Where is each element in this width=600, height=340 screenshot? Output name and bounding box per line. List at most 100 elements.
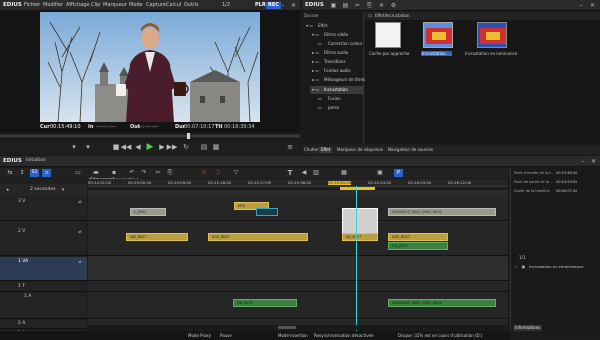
bin-toolbar-icon-5[interactable]: ✕ — [378, 2, 385, 9]
set-in-icon[interactable]: ▾ — [70, 143, 78, 151]
timeline-ruler[interactable]: 00:14:51:00 00:15:00:00 00:15:09:00 00:1… — [88, 179, 508, 187]
stop-icon[interactable]: ■ — [112, 143, 120, 151]
rec-toggle[interactable]: REC — [266, 2, 281, 9]
timeline-minimize-icon[interactable]: – — [580, 158, 586, 165]
bin-toolbar-icon-3[interactable]: ✂ — [354, 2, 361, 9]
set-out-icon[interactable]: ▾ — [84, 143, 92, 151]
step-forward-icon[interactable]: ▶ — [158, 143, 166, 151]
open-icon[interactable]: ▬ — [92, 169, 100, 177]
clip-1va-a[interactable]: NIK_8027 — [126, 233, 188, 241]
sync-icon[interactable]: ⊃ — [42, 169, 51, 177]
menu-fichier[interactable]: Fichier — [24, 3, 40, 8]
track-header-1a[interactable]: 1 A — [0, 293, 87, 319]
info-tab[interactable]: Informations — [513, 325, 543, 331]
redo-icon[interactable]: ↷ — [140, 169, 148, 177]
bin-toolbar-icon-6[interactable]: ⚙ — [390, 2, 397, 9]
mode-icon[interactable]: ⇆ — [6, 169, 14, 177]
timeline-close-icon[interactable]: ✕ — [590, 158, 597, 165]
bin-item-luminance[interactable]: Incrustation en luminance — [465, 22, 525, 62]
plr-toggle[interactable]: PLR — [255, 3, 266, 8]
track-header-1t[interactable]: 1 T — [0, 282, 87, 292]
tree-item-fusion[interactable]: ▭ Fusion — [318, 96, 364, 103]
tree-item-transitions[interactable]: ▸ ▭ Transitions — [312, 59, 364, 66]
tab-chutier[interactable]: Chutier — [304, 148, 319, 152]
bin-close-icon[interactable]: ✕ — [589, 2, 596, 9]
copy-icon[interactable]: ⎘ — [166, 169, 174, 177]
checkbox-icon[interactable]: ✓ — [514, 264, 519, 269]
split-icon[interactable]: ⊃ — [214, 169, 222, 177]
menu-affichage[interactable]: Affichage — [66, 3, 90, 8]
menu-calcul[interactable]: Calcul — [166, 3, 181, 8]
collapse-icon[interactable]: ▸ — [4, 186, 12, 194]
tab-marqueur-sequence[interactable]: Marqueur de séquence — [337, 148, 383, 152]
track-link-icon[interactable]: ⇄ — [76, 229, 84, 235]
tab-navigateur[interactable]: Navigateur de sources — [388, 148, 433, 152]
menu-capture[interactable]: Capture — [146, 3, 166, 8]
chevron-down-icon[interactable]: ▾ — [60, 187, 66, 193]
menu-modifier[interactable]: Modifier — [43, 3, 63, 8]
new-sequence-icon[interactable]: ▭ — [74, 169, 82, 177]
bin-toolbar-icon-1[interactable]: ▣ — [330, 2, 337, 9]
bin-toolbar-icon-4[interactable]: ⎘ — [366, 2, 373, 9]
clip-2v-b[interactable]: 20150327_0001_0001_0033 — [388, 208, 496, 216]
title-icon[interactable]: T — [286, 169, 294, 177]
track-header-1va[interactable]: 1 VA ⇄ — [0, 257, 87, 281]
track-header-2a[interactable]: 2 A — [0, 320, 87, 329]
playhead[interactable] — [356, 186, 357, 336]
clip-1va-d[interactable]: DSC_8027 — [388, 233, 448, 241]
tree-item-effet[interactable]: ▾ ▭ Effet — [306, 23, 364, 30]
timeline-scrollbar[interactable] — [88, 325, 508, 330]
track-header-2v[interactable]: 2 V ⇄ — [0, 222, 87, 256]
mixer-icon[interactable]: ▥ — [312, 169, 320, 177]
ripple-icon[interactable]: ↕ — [18, 169, 26, 177]
clip-1a[interactable]: OA_0071 — [388, 242, 448, 250]
undo-icon[interactable]: ↶ — [128, 169, 136, 177]
tree-item-melangeurs[interactable]: ▸ ▭ Mélangeurs de titres — [312, 77, 365, 84]
scale-selector[interactable]: ▸ 2 secondes ▾ — [0, 184, 87, 196]
clip-1va-b[interactable]: A05_8023 — [208, 233, 308, 241]
track-link-icon[interactable]: ⇄ — [76, 199, 84, 205]
scrub-handle[interactable] — [187, 133, 190, 139]
s2-button[interactable]: S2 — [30, 169, 39, 177]
loop-icon[interactable]: ↻ — [182, 143, 190, 151]
insert-icon[interactable]: ▤ — [200, 143, 208, 151]
menu-clip[interactable]: Clip — [91, 3, 100, 8]
player-scrub-bar[interactable] — [0, 133, 300, 139]
play-icon[interactable]: ▶ — [145, 142, 155, 152]
tree-item-filtres-audio[interactable]: ▸ ▭ Filtres audio — [312, 50, 364, 57]
bin-item-cache[interactable]: Cache par approche — [369, 22, 409, 62]
render-icon[interactable]: ▦ — [340, 169, 348, 177]
video-preview[interactable] — [40, 12, 260, 122]
fast-forward-icon[interactable]: ▶▶ — [167, 143, 178, 151]
clip-2v-transition[interactable] — [256, 208, 278, 216]
clip-2a-a[interactable]: OA_0071 — [233, 299, 297, 307]
effect-row[interactable]: ✓ ▣ Incrustation en chrominance — [513, 263, 599, 271]
bin-item-incrustation[interactable]: Incrustation ... — [421, 22, 455, 62]
menu-icon[interactable]: ≡ — [286, 143, 294, 151]
bin-toolbar-icon-2[interactable]: ▤ — [342, 2, 349, 9]
rewind-icon[interactable]: ◀◀ — [121, 143, 132, 151]
bin-minimize-icon[interactable]: – — [578, 2, 584, 9]
tree-item-fondus[interactable]: ▸ ▭ Fondus audio — [312, 68, 364, 75]
overwrite-icon[interactable]: ▦ — [212, 143, 220, 151]
step-back-icon[interactable]: ◀ — [134, 143, 142, 151]
clip-1va-c[interactable]: A0_8027 — [342, 233, 378, 241]
save-icon[interactable]: ▪ — [110, 169, 118, 177]
tree-item-correction[interactable]: ▭ Correction coleur — [318, 41, 364, 48]
minimize-icon[interactable]: – — [280, 2, 286, 9]
project-settings-icon[interactable]: P — [394, 169, 403, 177]
track-link-icon[interactable]: ⇄ — [76, 259, 84, 265]
cut-icon[interactable]: ✂ — [154, 169, 162, 177]
clip-2a-b[interactable]: 20150327_0001_0001_0004 — [388, 299, 496, 307]
close-icon[interactable]: ✕ — [290, 2, 297, 9]
tree-item-filtres-video[interactable]: ▾ ▭ Filtres vidéo — [312, 32, 364, 39]
track-header-3v[interactable]: 3 V ⇄ — [0, 197, 87, 221]
tree-item-perso[interactable]: ▭ perso — [318, 105, 364, 112]
delete-icon[interactable]: ✕ — [200, 169, 208, 177]
tab-effet[interactable]: Effet — [319, 147, 333, 153]
volume-icon[interactable]: ◀ — [300, 169, 308, 177]
clip-2v-a[interactable]: L_0021 — [130, 208, 166, 216]
marker-icon[interactable]: ▽ — [232, 169, 240, 177]
tree-item-incrustation[interactable]: ▾ ▭ Incrustation — [310, 86, 364, 94]
menu-mode[interactable]: Mode — [129, 3, 143, 8]
